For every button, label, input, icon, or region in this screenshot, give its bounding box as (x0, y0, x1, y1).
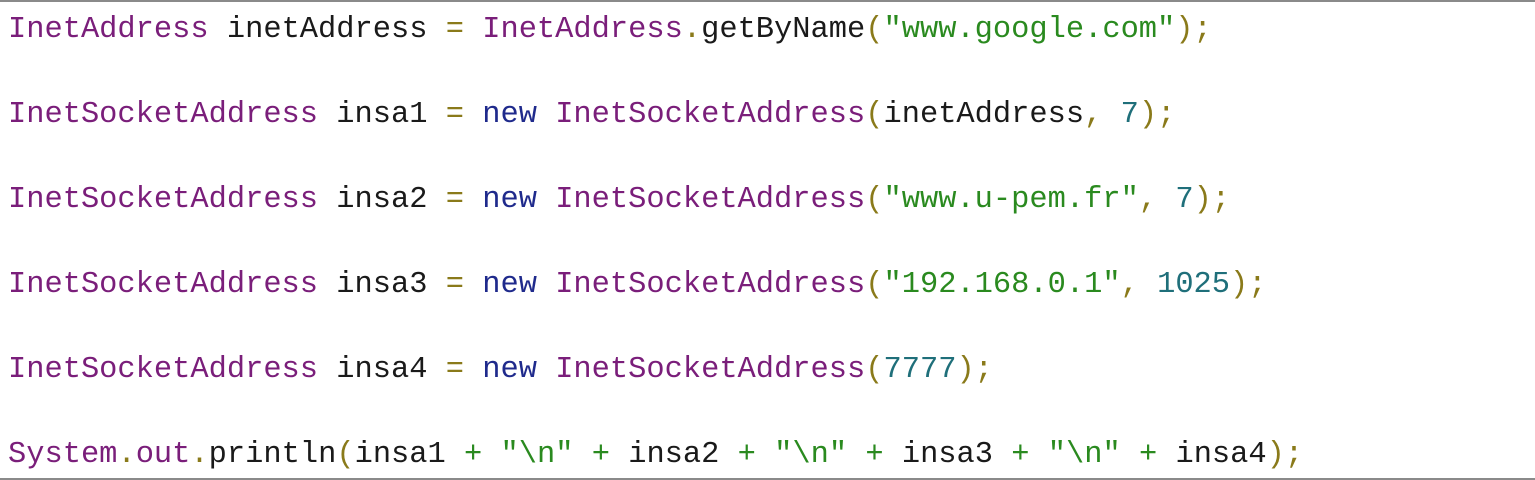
identifier-token (464, 268, 482, 302)
field-token: out (135, 438, 191, 472)
number-token: 7777 (883, 353, 957, 387)
type-token: System (8, 438, 118, 472)
identifier-token (1102, 98, 1120, 132)
code-line-1: InetAddress inetAddress = InetAddress.ge… (8, 8, 1212, 52)
identifier-token: insa1 (318, 98, 446, 132)
identifier-token: insa2 (318, 183, 446, 217)
punctuation-token: , (1138, 183, 1158, 217)
punctuation-token: = (445, 98, 464, 132)
number-token: 7 (1120, 98, 1139, 132)
identifier-token: insa2 (609, 438, 738, 472)
identifier-token: println (208, 438, 337, 472)
identifier-token: getByName (701, 13, 866, 47)
identifier-token (482, 438, 500, 472)
identifier-token (847, 438, 865, 472)
code-snippet: InetAddress inetAddress = InetAddress.ge… (0, 0, 1535, 480)
type-token: InetSocketAddress (8, 353, 319, 387)
identifier-token (1121, 438, 1139, 472)
punctuation-token: = (445, 268, 464, 302)
string-token: + (737, 438, 756, 472)
punctuation-token: ); (956, 353, 993, 387)
punctuation-token: , (1084, 98, 1103, 132)
code-line-3: InetSocketAddress insa2 = new InetSocket… (8, 178, 1230, 222)
type-token: InetSocketAddress (8, 268, 319, 302)
identifier-token (537, 183, 555, 217)
string-token: "192.168.0.1" (883, 268, 1121, 302)
punctuation-token: ); (1138, 98, 1176, 132)
punctuation-token: = (445, 183, 464, 217)
punctuation-token: ( (336, 438, 355, 472)
identifier-token (464, 13, 482, 47)
type-token: InetSocketAddress (8, 183, 319, 217)
type-token: InetAddress (482, 13, 683, 47)
identifier-token (537, 98, 555, 132)
punctuation-token: ); (1266, 438, 1304, 472)
keyword-token: new (482, 268, 537, 302)
code-line-2: InetSocketAddress insa1 = new InetSocket… (8, 93, 1175, 137)
punctuation-token: . (682, 13, 702, 47)
identifier-token (464, 353, 482, 387)
keyword-token: new (482, 183, 537, 217)
number-token: 1025 (1157, 268, 1231, 302)
string-token: + (464, 438, 483, 472)
punctuation-token: ( (865, 183, 884, 217)
identifier-token (537, 353, 555, 387)
string-token: "\n" (1047, 438, 1121, 472)
identifier-token: insa4 (318, 353, 446, 387)
string-token: "www.google.com" (883, 13, 1176, 47)
punctuation-token: ( (865, 268, 884, 302)
identifier-token (756, 438, 774, 472)
identifier-token: insa3 (318, 268, 446, 302)
punctuation-token: = (445, 13, 464, 47)
punctuation-token: ( (865, 13, 884, 47)
string-token: "\n" (774, 438, 848, 472)
identifier-token (573, 438, 591, 472)
type-token: InetSocketAddress (8, 98, 319, 132)
punctuation-token: . (190, 438, 209, 472)
code-line-6: System.out.println(insa1 + "\n" + insa2 … (8, 433, 1303, 477)
punctuation-token: ); (1193, 183, 1231, 217)
punctuation-token: ( (865, 353, 884, 387)
code-line-4: InetSocketAddress insa3 = new InetSocket… (8, 263, 1267, 307)
identifier-token (464, 98, 482, 132)
type-token: InetAddress (8, 13, 209, 47)
string-token: "www.u-pem.fr" (883, 183, 1139, 217)
identifier-token: inetAddress (208, 13, 446, 47)
punctuation-token: ( (865, 98, 884, 132)
punctuation-token: = (445, 353, 464, 387)
type-token: InetSocketAddress (555, 183, 866, 217)
type-token: InetSocketAddress (555, 353, 866, 387)
string-token: + (1138, 438, 1158, 472)
identifier-token: insa1 (354, 438, 465, 472)
type-token: InetSocketAddress (555, 268, 866, 302)
punctuation-token: ); (1175, 13, 1212, 47)
code-line-5: InetSocketAddress insa4 = new InetSocket… (8, 348, 993, 392)
string-token: "\n" (500, 438, 574, 472)
identifier-token (1157, 183, 1175, 217)
identifier-token: inetAddress (883, 98, 1085, 132)
punctuation-token: . (117, 438, 136, 472)
identifier-token (1030, 438, 1048, 472)
identifier-token (1139, 268, 1157, 302)
keyword-token: new (482, 353, 537, 387)
identifier-token (537, 268, 555, 302)
punctuation-token: , (1120, 268, 1139, 302)
number-token: 7 (1175, 183, 1194, 217)
keyword-token: new (482, 98, 537, 132)
identifier-token: insa4 (1157, 438, 1267, 472)
identifier-token: insa3 (883, 438, 1012, 472)
type-token: InetSocketAddress (555, 98, 866, 132)
string-token: + (1011, 438, 1030, 472)
identifier-token (464, 183, 482, 217)
punctuation-token: ); (1230, 268, 1267, 302)
string-token: + (591, 438, 610, 472)
string-token: + (865, 438, 884, 472)
